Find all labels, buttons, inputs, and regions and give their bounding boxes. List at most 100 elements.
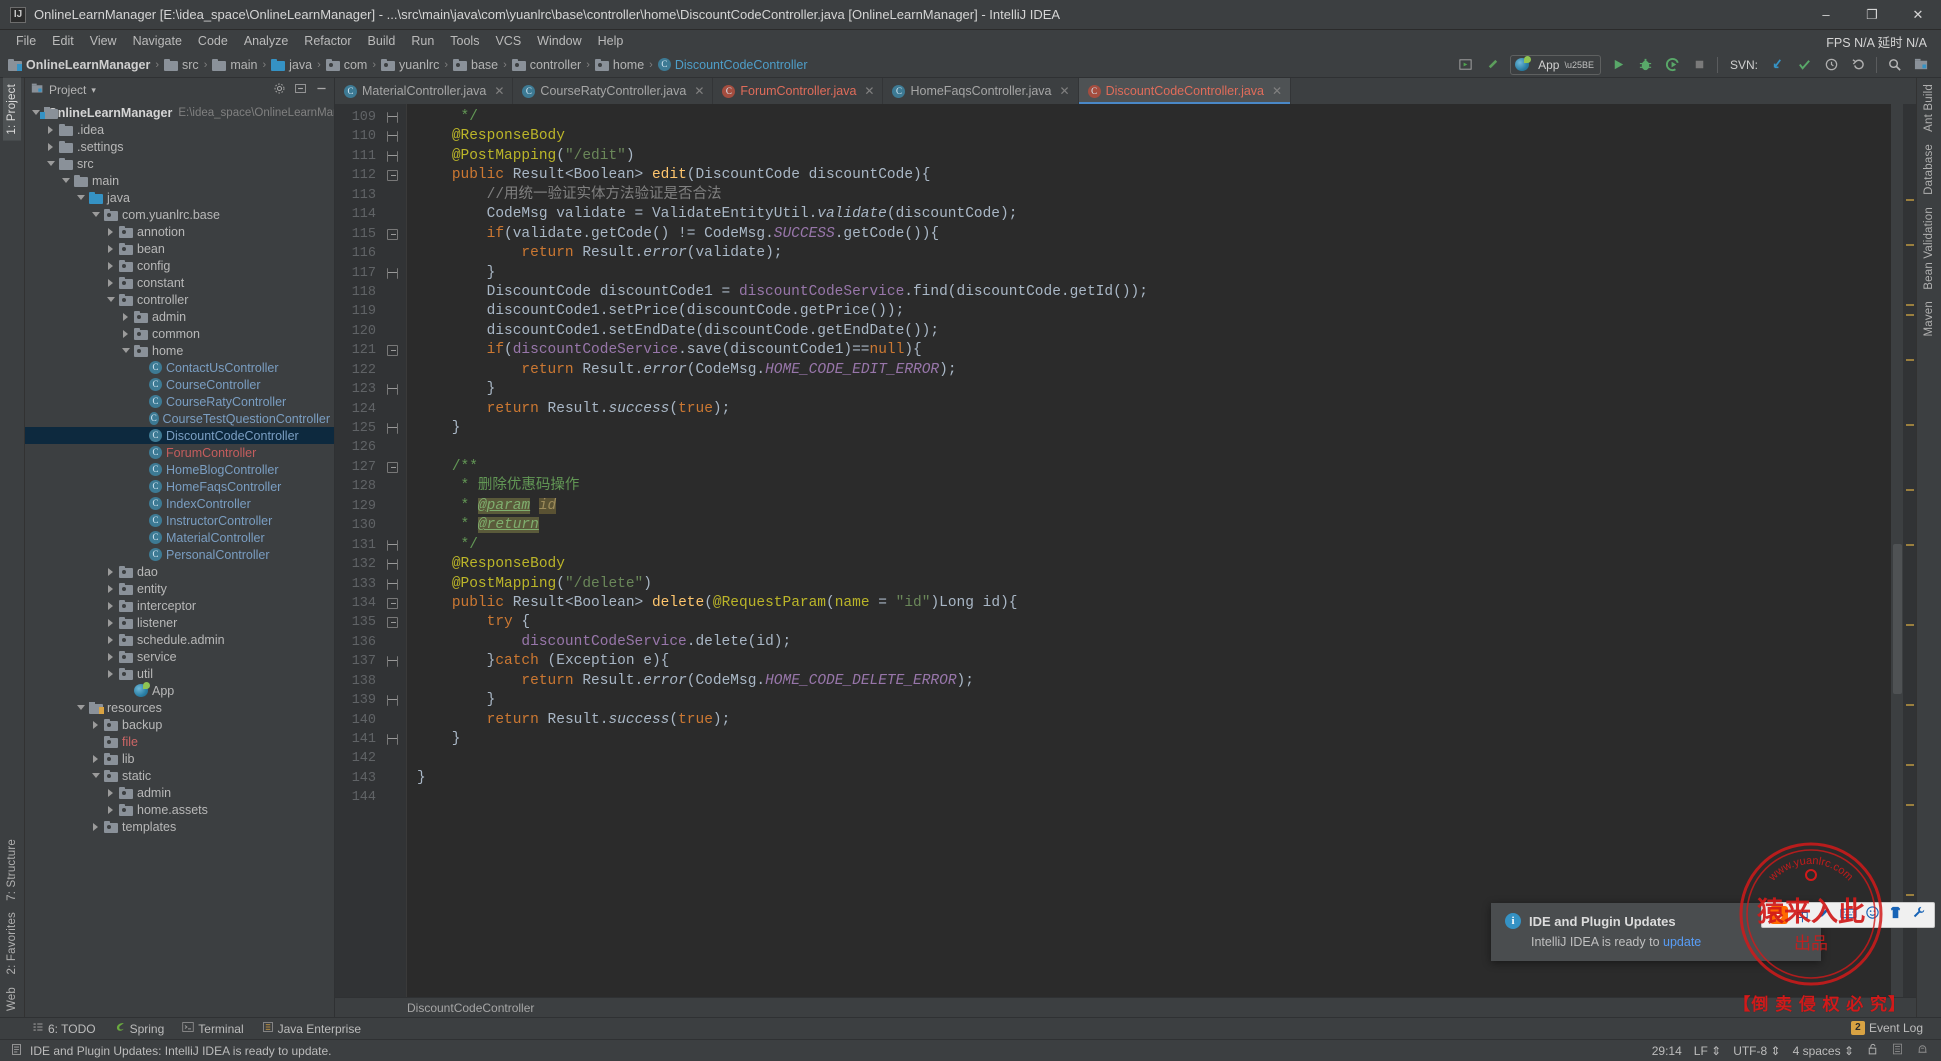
close-icon[interactable]: ✕ (494, 84, 504, 98)
editor-gutter[interactable]: 109 110 111 112 113 114 115 116 117 118 119 120 121 1… (335, 104, 407, 997)
code-line[interactable]: */ (417, 108, 1891, 127)
menu-view[interactable]: View (82, 32, 125, 50)
error-stripe-marker[interactable] (1906, 199, 1914, 201)
close-icon[interactable]: ✕ (1060, 84, 1070, 98)
code-line[interactable]: //用统一验证实体方法验证是否合法 (417, 186, 1891, 205)
code-line[interactable]: @ResponseBody (417, 127, 1891, 146)
ime-mode-label[interactable]: 中 (1796, 906, 1809, 925)
tree-row[interactable]: admin (25, 784, 334, 801)
code-line[interactable] (417, 788, 1891, 807)
tree-row[interactable]: src (25, 155, 334, 172)
code-line[interactable]: if(discountCodeService.save(discountCode… (417, 341, 1891, 360)
breadcrumb-item-controller[interactable]: controller (530, 58, 581, 72)
tree-expand-arrow[interactable] (106, 243, 117, 254)
breadcrumb-item-src[interactable]: src (182, 58, 199, 72)
tree-expand-arrow[interactable] (106, 260, 117, 271)
breadcrumb-item-module[interactable]: OnlineLearnManager (26, 58, 150, 72)
notification-update-link[interactable]: update (1663, 935, 1701, 949)
pen-icon[interactable] (1817, 905, 1832, 925)
menu-code[interactable]: Code (190, 32, 236, 50)
tree-row[interactable]: interceptor (25, 597, 334, 614)
menu-run[interactable]: Run (403, 32, 442, 50)
tree-row[interactable]: util (25, 665, 334, 682)
tree-expand-arrow[interactable] (106, 617, 117, 628)
tool-tab-favorites[interactable]: 2: Favorites (3, 906, 21, 980)
menu-analyze[interactable]: Analyze (236, 32, 296, 50)
menu-edit[interactable]: Edit (44, 32, 82, 50)
editor-tab[interactable]: C MaterialController.java ✕ (335, 78, 514, 104)
code-line[interactable]: /** (417, 458, 1891, 477)
menu-help[interactable]: Help (590, 32, 632, 50)
tree-row[interactable]: java (25, 189, 334, 206)
tree-row[interactable]: annotion (25, 223, 334, 240)
code-line[interactable]: return Result.error(validate); (417, 244, 1891, 263)
code-line[interactable] (417, 438, 1891, 457)
tree-expand-arrow[interactable] (136, 430, 147, 441)
tree-row[interactable]: main (25, 172, 334, 189)
tree-expand-arrow[interactable] (91, 770, 102, 781)
error-stripe-marker[interactable] (1906, 894, 1914, 896)
fold-start-icon[interactable] (387, 345, 398, 357)
tree-row[interactable]: C CourseRatyController (25, 393, 334, 410)
tree-row[interactable]: C MaterialController (25, 529, 334, 546)
fold-start-icon[interactable] (387, 228, 398, 240)
error-stripe-marker[interactable] (1906, 804, 1914, 806)
fold-end-icon[interactable] (387, 112, 398, 123)
code-line[interactable]: } (417, 691, 1891, 710)
tree-row[interactable]: C HomeBlogController (25, 461, 334, 478)
fold-end-icon[interactable] (387, 539, 398, 551)
tree-expand-arrow[interactable] (106, 294, 117, 305)
fold-end-icon[interactable] (387, 656, 398, 668)
code-line[interactable]: } (417, 380, 1891, 399)
code-line[interactable]: return Result.error(CodeMsg.HOME_CODE_DE… (417, 672, 1891, 691)
svn-update-icon[interactable] (1768, 55, 1787, 74)
tree-row[interactable]: home (25, 342, 334, 359)
tree-row[interactable]: C DiscountCodeController (25, 427, 334, 444)
error-stripe-marker[interactable] (1906, 424, 1914, 426)
line-separator[interactable]: LF ⇕ (1694, 1044, 1721, 1058)
code-line[interactable]: DiscountCode discountCode1 = discountCod… (417, 283, 1891, 302)
tree-expand-arrow[interactable] (91, 736, 102, 747)
code-line[interactable]: return Result.success(true); (417, 711, 1891, 730)
debug-icon[interactable] (1636, 55, 1655, 74)
code-line[interactable]: public Result<Boolean> edit(DiscountCode… (417, 166, 1891, 185)
code-line[interactable]: discountCode1.setEndDate(discountCode.ge… (417, 322, 1891, 341)
tree-expand-arrow[interactable] (136, 481, 147, 492)
tree-expand-arrow[interactable] (106, 566, 117, 577)
tree-row[interactable]: service (25, 648, 334, 665)
tree-row[interactable]: config (25, 257, 334, 274)
code-line[interactable] (417, 749, 1891, 768)
code-line[interactable]: return Result.error(CodeMsg.HOME_CODE_ED… (417, 361, 1891, 380)
emoji-icon[interactable] (1865, 905, 1880, 925)
tree-expand-arrow[interactable] (136, 498, 147, 509)
tools-icon[interactable] (1911, 905, 1926, 925)
tree-row[interactable]: schedule.admin (25, 631, 334, 648)
tree-expand-arrow[interactable] (136, 396, 147, 407)
fold-end-icon[interactable] (387, 150, 398, 162)
code-line[interactable]: } (417, 769, 1891, 788)
breadcrumb-item-home[interactable]: home (613, 58, 644, 72)
tree-row[interactable]: templates (25, 818, 334, 835)
tool-tab-ant-build[interactable]: Ant Build (1920, 78, 1938, 138)
breadcrumb-item-class[interactable]: DiscountCodeController (675, 58, 808, 72)
error-stripe-marker[interactable] (1906, 624, 1914, 626)
tree-expand-arrow[interactable] (121, 328, 132, 339)
project-structure-icon[interactable] (1912, 55, 1931, 74)
event-log-label[interactable]: Event Log (1869, 1021, 1923, 1035)
tree-row[interactable]: C CourseTestQuestionController (25, 410, 334, 427)
tree-expand-arrow[interactable] (136, 413, 147, 424)
code-line[interactable]: * @param id (417, 497, 1891, 516)
settings-icon[interactable] (273, 82, 286, 98)
keyboard-icon[interactable] (1840, 906, 1857, 925)
tree-expand-arrow[interactable] (76, 702, 87, 713)
close-icon[interactable]: ✕ (1272, 84, 1282, 98)
breadcrumb-item-base[interactable]: base (471, 58, 498, 72)
error-stripe-marker[interactable] (1906, 359, 1914, 361)
fold-end-icon[interactable] (387, 695, 398, 707)
tree-expand-arrow[interactable] (91, 753, 102, 764)
code-line[interactable]: return Result.success(true); (417, 400, 1891, 419)
code-line[interactable]: @PostMapping("/edit") (417, 147, 1891, 166)
error-stripe-marker[interactable] (1906, 764, 1914, 766)
editor-tab[interactable]: C DiscountCodeController.java ✕ (1078, 78, 1292, 104)
fold-end-icon[interactable] (387, 734, 398, 745)
